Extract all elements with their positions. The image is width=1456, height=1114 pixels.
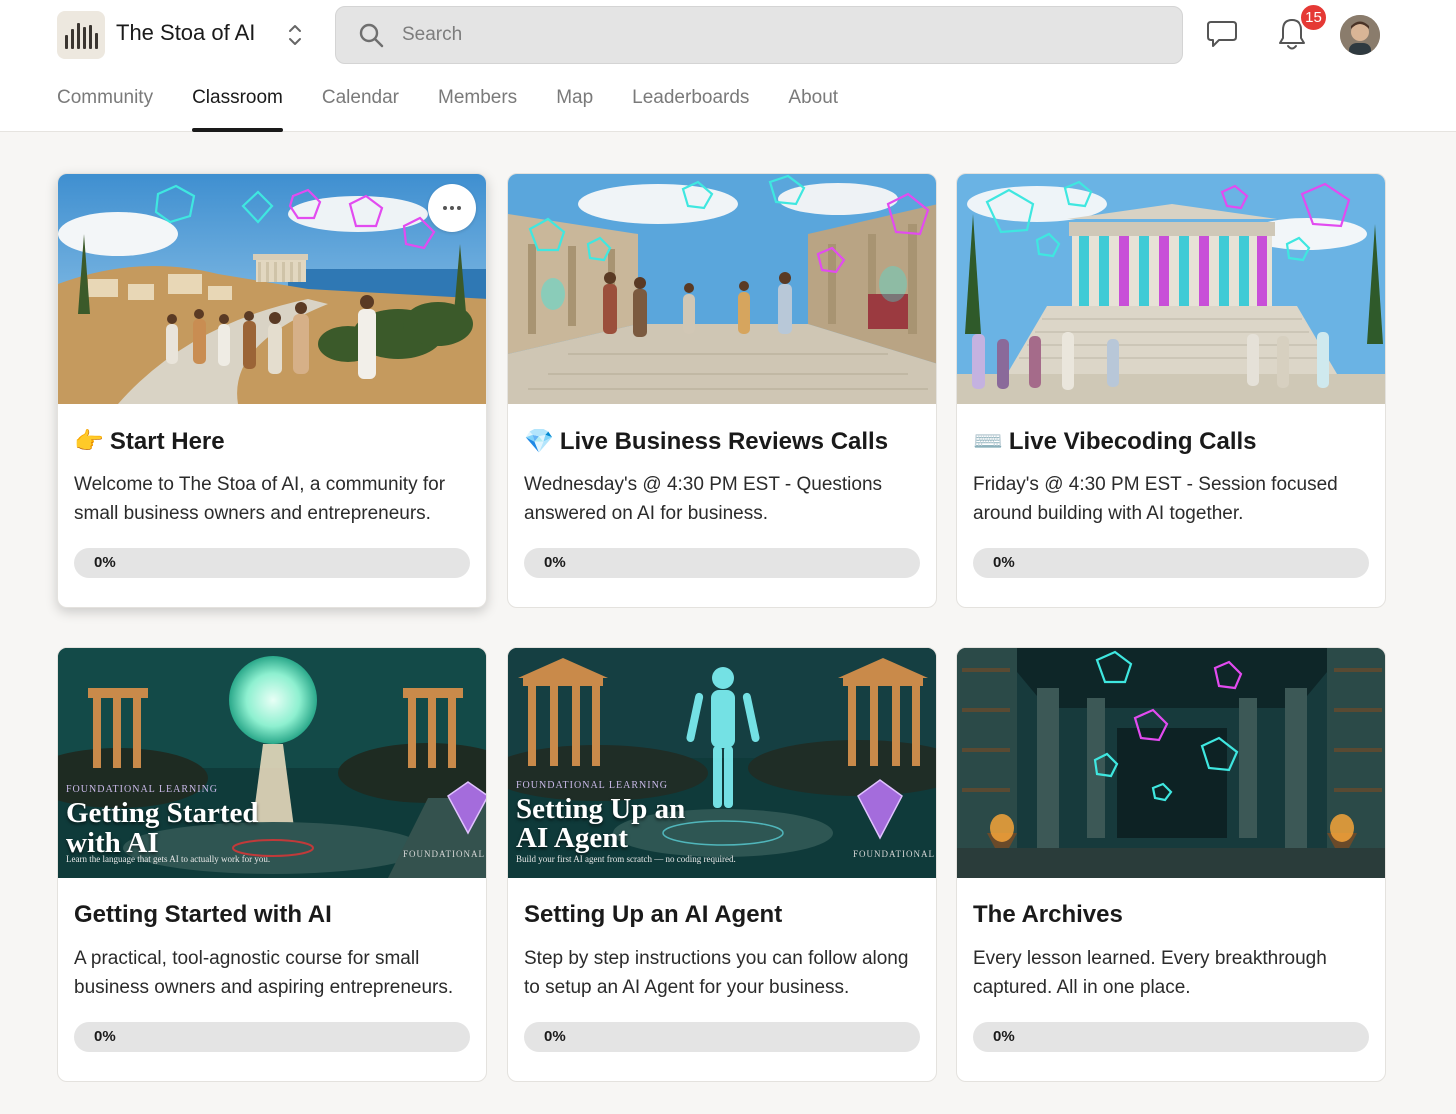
tab-map[interactable]: Map [556, 84, 593, 132]
search-icon [359, 23, 384, 48]
cover-title-line1: Getting Started [66, 797, 259, 829]
course-cover-image: FOUNDATIONAL LEARNING Getting Started wi… [58, 648, 486, 878]
top-header: The Stoa of AI 15 Community Classroom Ca… [0, 0, 1456, 132]
course-progress-bar: 0% [524, 1022, 920, 1052]
course-cover-image: FOUNDATIONAL LEARNING Setting Up an AI A… [508, 648, 936, 878]
course-progress-bar: 0% [973, 548, 1369, 578]
cover-kicker: FOUNDATIONAL LEARNING [66, 784, 219, 795]
progress-label: 0% [993, 554, 1015, 571]
course-cover-image [957, 648, 1385, 878]
course-title: Setting Up an AI Agent [524, 901, 783, 928]
course-card-the-archives[interactable]: The Archives Every lesson learned. Every… [956, 647, 1386, 1082]
more-options-icon[interactable] [428, 184, 476, 232]
group-switcher-chevrons-icon[interactable] [284, 20, 306, 50]
course-cover-image [957, 174, 1385, 404]
group-logo[interactable] [57, 11, 105, 59]
course-card-start-here[interactable]: 👉 Start Here Welcome to The Stoa of AI, a… [57, 173, 487, 608]
course-progress-bar: 0% [74, 1022, 470, 1052]
course-description: A practical, tool-agnostic course for sm… [74, 948, 454, 998]
course-description: Every lesson learned. Every breakthrough… [973, 948, 1327, 998]
course-title: 👉 Start Here [74, 428, 225, 455]
cover-title-line1: Setting Up an [516, 793, 686, 825]
tab-members[interactable]: Members [438, 84, 517, 132]
group-name[interactable]: The Stoa of AI [116, 20, 255, 46]
course-description: Wednesday's @ 4:30 PM EST - Questions an… [524, 474, 883, 524]
course-progress-bar: 0% [973, 1022, 1369, 1052]
course-card-setting-up-ai-agent[interactable]: FOUNDATIONAL LEARNING Setting Up an AI A… [507, 647, 937, 1082]
course-progress-bar: 0% [74, 548, 470, 578]
tab-leaderboards[interactable]: Leaderboards [632, 84, 749, 132]
tab-calendar[interactable]: Calendar [322, 84, 399, 132]
course-cover-image [508, 174, 936, 404]
course-title: ⌨️ Live Vibecoding Calls [973, 428, 1257, 455]
cover-kicker: FOUNDATIONAL LEARNING [516, 780, 669, 791]
progress-label: 0% [544, 1028, 566, 1045]
keyboard-emoji-icon: ⌨️ [973, 428, 1003, 455]
tab-classroom[interactable]: Classroom [192, 84, 283, 132]
course-card-getting-started-with-ai[interactable]: FOUNDATIONAL LEARNING Getting Started wi… [57, 647, 487, 1082]
course-description: Welcome to The Stoa of AI, a community f… [74, 474, 446, 524]
user-avatar[interactable] [1340, 15, 1380, 55]
course-description: Step by step instructions you can follow… [524, 948, 909, 998]
search-bar[interactable] [335, 6, 1183, 64]
pointing-hand-emoji-icon: 👉 [74, 428, 104, 455]
chat-icon[interactable] [1206, 19, 1238, 49]
course-title: 💎 Live Business Reviews Calls [524, 428, 889, 455]
search-input[interactable] [402, 7, 1142, 63]
nav-tabs: Community Classroom Calendar Members Map… [57, 84, 877, 132]
progress-label: 0% [993, 1028, 1015, 1045]
cover-subtitle: Build your first AI agent from scratch —… [516, 854, 736, 864]
progress-label: 0% [544, 554, 566, 571]
progress-label: 0% [94, 1028, 116, 1045]
gem-emoji-icon: 💎 [524, 428, 554, 455]
cover-tag: FOUNDATIONAL [853, 849, 935, 859]
tab-community[interactable]: Community [57, 84, 153, 132]
course-cover-image [58, 174, 486, 404]
course-card-live-vibecoding[interactable]: ⌨️ Live Vibecoding Calls Friday's @ 4:30 … [956, 173, 1386, 608]
cover-subtitle: Learn the language that gets AI to actua… [66, 854, 271, 864]
notification-count-badge: 15 [1299, 3, 1328, 32]
course-card-live-business-reviews[interactable]: 💎 Live Business Reviews Calls Wednesday's… [507, 173, 937, 608]
cover-tag: FOUNDATIONAL [403, 849, 485, 859]
course-title: The Archives [973, 901, 1123, 928]
tab-about[interactable]: About [788, 84, 838, 132]
course-description: Friday's @ 4:30 PM EST - Session focused… [973, 474, 1338, 524]
course-progress-bar: 0% [524, 548, 920, 578]
progress-label: 0% [94, 554, 116, 571]
cover-title-line2: AI Agent [516, 822, 628, 854]
course-title: Getting Started with AI [74, 901, 332, 928]
